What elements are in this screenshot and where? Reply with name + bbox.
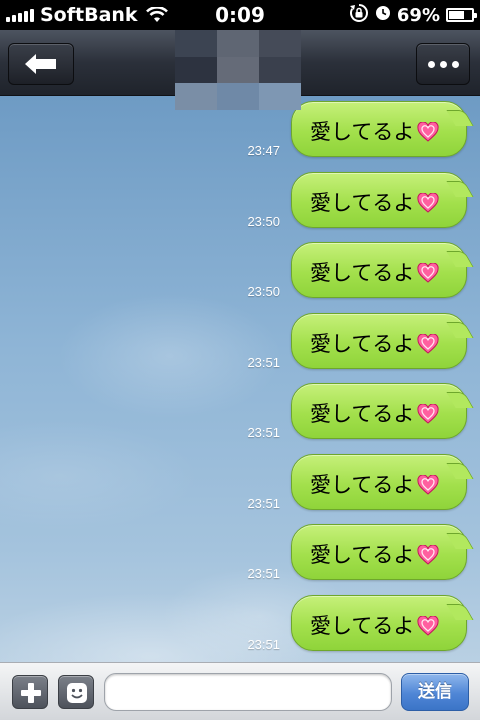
battery-icon: [446, 8, 477, 22]
message-content: 愛してるよ: [310, 328, 439, 358]
message-text: 愛してるよ: [310, 402, 415, 426]
plus-button[interactable]: [12, 675, 48, 709]
message-time: 23:51: [247, 425, 280, 440]
status-bar: SoftBank 0:09 69%: [0, 0, 480, 30]
message-row: 23:50 愛してるよ: [0, 171, 480, 232]
message-row: 23:51 愛してるよ: [0, 453, 480, 514]
heart-icon: [417, 263, 439, 283]
rotation-lock-icon: [349, 3, 369, 27]
dot: [451, 60, 459, 68]
message-text: 愛してるよ: [310, 472, 415, 497]
message-bubble[interactable]: 愛してるよ: [291, 242, 474, 298]
message-text: 愛してるよ: [310, 120, 415, 144]
heart-icon: [417, 192, 439, 213]
bubble-tail: [446, 110, 474, 126]
message-bubble[interactable]: 愛してるよ: [291, 312, 474, 369]
message-row: 23:51 愛してるよ: [0, 524, 480, 584]
message-bubble[interactable]: 愛してるよ: [291, 101, 474, 157]
message-time: 23:51: [247, 495, 280, 511]
message-time: 23:50: [247, 284, 280, 299]
bubble-tail: [446, 321, 474, 338]
message-content: 愛してるよ: [310, 116, 439, 146]
battery-percent: 69%: [396, 4, 440, 26]
message-time: 23:51: [247, 354, 280, 370]
message-row: 23:51 愛してるよ: [0, 594, 480, 655]
bubble-tail: [446, 603, 474, 620]
message-text: 愛してるよ: [310, 543, 415, 567]
bubble-tail: [446, 180, 474, 197]
message-time: 23:51: [247, 636, 280, 652]
message-row: 23:50 愛してるよ: [0, 242, 480, 302]
dot: [439, 60, 447, 68]
message-bubble[interactable]: 愛してるよ: [291, 594, 474, 651]
message-bubble[interactable]: 愛してるよ: [291, 171, 474, 228]
input-bar: 送信: [0, 662, 480, 720]
chat-title-pixelated: [175, 30, 301, 111]
status-right: 69%: [349, 0, 477, 30]
bubble-tail: [446, 533, 474, 549]
message-text: 愛してるよ: [310, 331, 415, 356]
message-text: 愛してるよ: [310, 190, 415, 215]
back-button[interactable]: [8, 43, 74, 85]
message-content: 愛してるよ: [310, 539, 439, 569]
heart-icon: [417, 404, 439, 424]
heart-icon: [417, 333, 439, 354]
alarm-icon: [375, 5, 391, 25]
message-row: 23:51 愛してるよ: [0, 383, 480, 443]
message-content: 愛してるよ: [310, 469, 439, 499]
bubble-tail: [446, 392, 474, 408]
chat-area[interactable]: 23:47 愛してるよ 23:50 愛してるよ 23:50 愛してるよ 23:51 愛してるよ…: [0, 96, 480, 662]
more-button[interactable]: [416, 43, 470, 85]
bubble-tail: [446, 251, 474, 267]
plus-icon: [21, 683, 41, 703]
sticker-button[interactable]: [58, 675, 94, 709]
heart-icon: [417, 545, 439, 565]
message-input[interactable]: [104, 673, 392, 711]
message-content: 愛してるよ: [310, 257, 439, 287]
bubble-tail: [446, 462, 474, 479]
smiley-icon: [67, 683, 87, 703]
message-bubble[interactable]: 愛してるよ: [291, 453, 474, 510]
dot: [427, 60, 435, 68]
heart-icon: [417, 615, 439, 636]
message-row: 23:51 愛してるよ: [0, 312, 480, 373]
heart-icon: [417, 474, 439, 495]
message-content: 愛してるよ: [310, 610, 439, 640]
message-text: 愛してるよ: [310, 613, 415, 638]
message-bubble[interactable]: 愛してるよ: [291, 383, 474, 439]
message-text: 愛してるよ: [310, 261, 415, 285]
message-time: 23:51: [247, 566, 280, 581]
message-content: 愛してるよ: [310, 398, 439, 428]
back-arrow-icon: [25, 54, 56, 74]
heart-icon: [417, 122, 439, 142]
message-time: 23:50: [247, 213, 280, 229]
battery-level: [449, 11, 465, 19]
message-bubble[interactable]: 愛してるよ: [291, 524, 474, 580]
message-content: 愛してるよ: [310, 187, 439, 217]
message-time: 23:47: [247, 143, 280, 158]
send-button[interactable]: 送信: [401, 673, 469, 711]
